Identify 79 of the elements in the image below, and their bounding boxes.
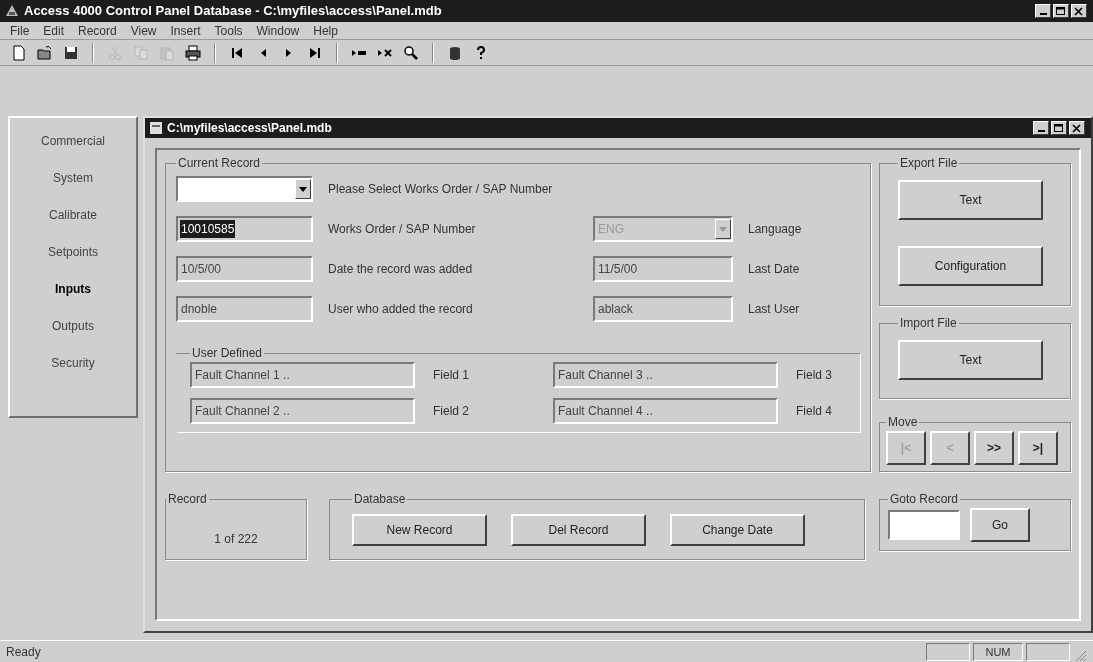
group-title: User Defined — [191, 345, 264, 362]
field-label: Field 1 — [433, 367, 471, 384]
field-label: Field 4 — [796, 403, 834, 420]
text-field[interactable]: Fault Channel 4 .. — [553, 398, 778, 424]
field-label: User who added the record — [328, 301, 474, 318]
menu-item[interactable]: Help — [313, 21, 338, 40]
record-count: 1 of 222 — [214, 530, 258, 548]
text-field[interactable]: 11/5/00 — [593, 256, 733, 282]
button[interactable]: Text — [898, 180, 1043, 220]
button[interactable]: Configuration — [898, 246, 1043, 286]
minimize-icon — [1039, 13, 1047, 15]
menu-item[interactable]: Edit — [43, 21, 65, 40]
text-field[interactable]: 10/5/00 — [176, 256, 313, 282]
sidebar-item[interactable]: Inputs — [55, 280, 91, 298]
document-title: C:\myfiles\access\Panel.mdb — [167, 120, 332, 137]
close-button[interactable] — [1071, 4, 1087, 18]
resize-grip-icon[interactable] — [1073, 648, 1087, 662]
input-field[interactable] — [888, 510, 960, 540]
field-value: 10010585 — [180, 220, 236, 238]
close-icon — [1074, 6, 1084, 16]
menu-item[interactable]: File — [10, 21, 30, 40]
window-title: Access 4000 Control Panel Database - C:\myfiles\access\Panel.mdb — [24, 2, 442, 21]
close-icon — [1072, 123, 1082, 133]
minimize-icon — [1037, 130, 1045, 132]
maximize-button[interactable] — [1053, 4, 1069, 18]
status-text: Ready — [6, 643, 42, 661]
group-title: Current Record — [177, 155, 262, 172]
document-icon — [149, 121, 163, 135]
text-field[interactable]: Fault Channel 3 .. — [553, 362, 778, 388]
menu-item[interactable]: View — [130, 21, 157, 40]
group-title: Record — [167, 491, 208, 508]
field-label: Language — [748, 221, 803, 238]
group-title: Goto Record — [889, 491, 960, 508]
field-label: Field 3 — [796, 367, 834, 384]
menu-item[interactable]: Tools — [214, 21, 243, 40]
close-button[interactable] — [1069, 121, 1085, 135]
sidebar-item[interactable]: Outputs — [52, 317, 94, 335]
menu-item[interactable]: Window — [256, 21, 300, 40]
text-field[interactable]: Fault Channel 2 .. — [190, 398, 415, 424]
text-field[interactable]: Fault Channel 1 .. — [190, 362, 415, 388]
status-indicator: NUM — [973, 642, 1023, 661]
button[interactable]: >| — [1018, 431, 1058, 465]
field-label: Please Select Works Order / SAP Number — [328, 181, 554, 198]
status-panel — [926, 642, 970, 661]
maximize-icon — [1056, 6, 1066, 16]
field-label: Date the record was added — [328, 261, 474, 278]
button[interactable]: >> — [974, 431, 1014, 465]
field-label: Works Order / SAP Number — [328, 221, 477, 238]
maximize-icon — [1054, 123, 1064, 133]
field-label: Last User — [748, 301, 801, 318]
app-icon — [4, 3, 20, 19]
minimize-button[interactable] — [1033, 121, 1049, 135]
maximize-button[interactable] — [1051, 121, 1067, 135]
group-title: Import File — [899, 315, 958, 332]
field-value: dnoble — [180, 301, 219, 318]
menu-item[interactable]: Insert — [170, 21, 201, 40]
text-field[interactable]: ablack — [593, 296, 733, 322]
button[interactable]: Del Record — [511, 514, 646, 546]
text-field[interactable]: 10010585 — [176, 216, 313, 242]
button[interactable]: New Record — [352, 514, 487, 546]
sidebar-item[interactable]: Setpoints — [47, 243, 98, 261]
button[interactable]: Text — [898, 340, 1043, 380]
sidebar-item[interactable]: Calibrate — [49, 206, 97, 224]
group-title: Move — [887, 414, 919, 431]
sidebar-item[interactable]: System — [53, 169, 93, 187]
dropdown[interactable] — [176, 176, 313, 202]
menu-item[interactable]: Record — [78, 21, 117, 40]
group-title: Database — [353, 491, 407, 508]
status-panel — [1026, 642, 1070, 661]
field-label: Field 2 — [433, 403, 471, 420]
button[interactable]: Go — [970, 508, 1030, 542]
field-value: 10/5/00 — [180, 261, 223, 278]
sidebar-item[interactable]: Security — [51, 354, 95, 372]
group-title: Export File — [899, 155, 959, 172]
minimize-button[interactable] — [1035, 4, 1051, 18]
field-label: Last Date — [748, 261, 801, 278]
button[interactable]: Change Date — [670, 514, 805, 546]
sidebar-item[interactable]: Commercial — [41, 132, 105, 150]
text-field[interactable]: dnoble — [176, 296, 313, 322]
